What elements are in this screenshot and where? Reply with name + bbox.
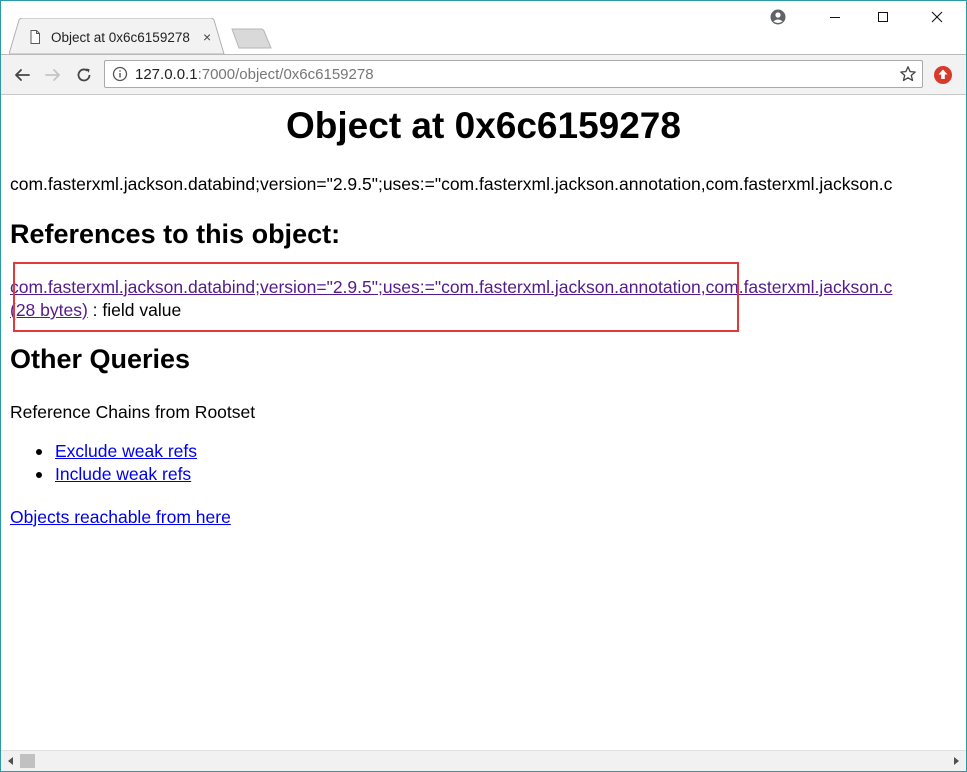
scroll-right-arrow-icon[interactable] (951, 755, 963, 767)
reachable-row: Objects reachable from here (10, 507, 231, 528)
reference-link-line2-row: (28 bytes) : field value (10, 300, 181, 321)
scrollbar-thumb[interactable] (20, 754, 35, 768)
browser-toolbar: 127.0.0.1:7000/object/0x6c6159278 (1, 54, 966, 95)
extension-icon[interactable] (933, 65, 953, 90)
tab-title: Object at 0x6c6159278 (51, 29, 190, 45)
other-queries-heading: Other Queries (10, 344, 191, 374)
browser-window: Object at 0x6c6159278 × 127.0.0.1:7000/o… (0, 0, 967, 772)
bookmark-star-icon[interactable] (899, 65, 917, 88)
scroll-left-arrow-icon[interactable] (4, 755, 16, 767)
reference-chains-list: Exclude weak refs Include weak refs (36, 440, 197, 486)
url-host: 127.0.0.1 (135, 66, 198, 83)
reference-link[interactable]: com.fasterxml.jackson.databind;version="… (10, 277, 892, 297)
page-content: Object at 0x6c6159278 com.fasterxml.jack… (1, 94, 966, 750)
reference-chains-label: Reference Chains from Rootset (10, 402, 256, 422)
url-path: :7000/object/0x6c6159278 (197, 66, 374, 83)
reload-icon[interactable] (72, 63, 96, 87)
include-weak-refs-link[interactable]: Include weak refs (55, 464, 191, 484)
exclude-weak-refs-link[interactable]: Exclude weak refs (55, 441, 197, 461)
bullet-icon (36, 472, 42, 478)
url-text[interactable]: 127.0.0.1:7000/object/0x6c6159278 (135, 66, 374, 83)
close-window-icon[interactable] (923, 6, 951, 28)
list-item: Exclude weak refs (36, 440, 197, 463)
forward-arrow-icon[interactable] (41, 63, 65, 87)
tab-strip: Object at 0x6c6159278 × (1, 1, 966, 55)
profile-icon[interactable] (764, 6, 792, 28)
tab-close-icon[interactable]: × (203, 29, 211, 45)
minimize-icon[interactable] (821, 6, 849, 28)
address-bar[interactable]: 127.0.0.1:7000/object/0x6c6159278 (104, 60, 923, 88)
page-icon (27, 29, 43, 45)
info-icon[interactable] (112, 66, 128, 87)
bullet-icon (36, 449, 42, 455)
references-heading: References to this object: (10, 219, 341, 249)
reference-suffix: : field value (87, 300, 182, 320)
active-tab-content[interactable]: Object at 0x6c6159278 × (27, 26, 222, 48)
page-title: Object at 0x6c6159278 (286, 105, 681, 146)
reference-link-line1-row: com.fasterxml.jackson.databind;version="… (10, 277, 892, 298)
maximize-icon[interactable] (869, 6, 897, 28)
reference-link-size[interactable]: (28 bytes) (10, 300, 88, 320)
object-description: com.fasterxml.jackson.databind;version="… (10, 174, 893, 194)
new-tab-button[interactable] (231, 28, 273, 50)
objects-reachable-link[interactable]: Objects reachable from here (10, 507, 231, 527)
horizontal-scrollbar[interactable] (1, 750, 966, 771)
back-arrow-icon[interactable] (10, 63, 34, 87)
list-item: Include weak refs (36, 463, 197, 486)
